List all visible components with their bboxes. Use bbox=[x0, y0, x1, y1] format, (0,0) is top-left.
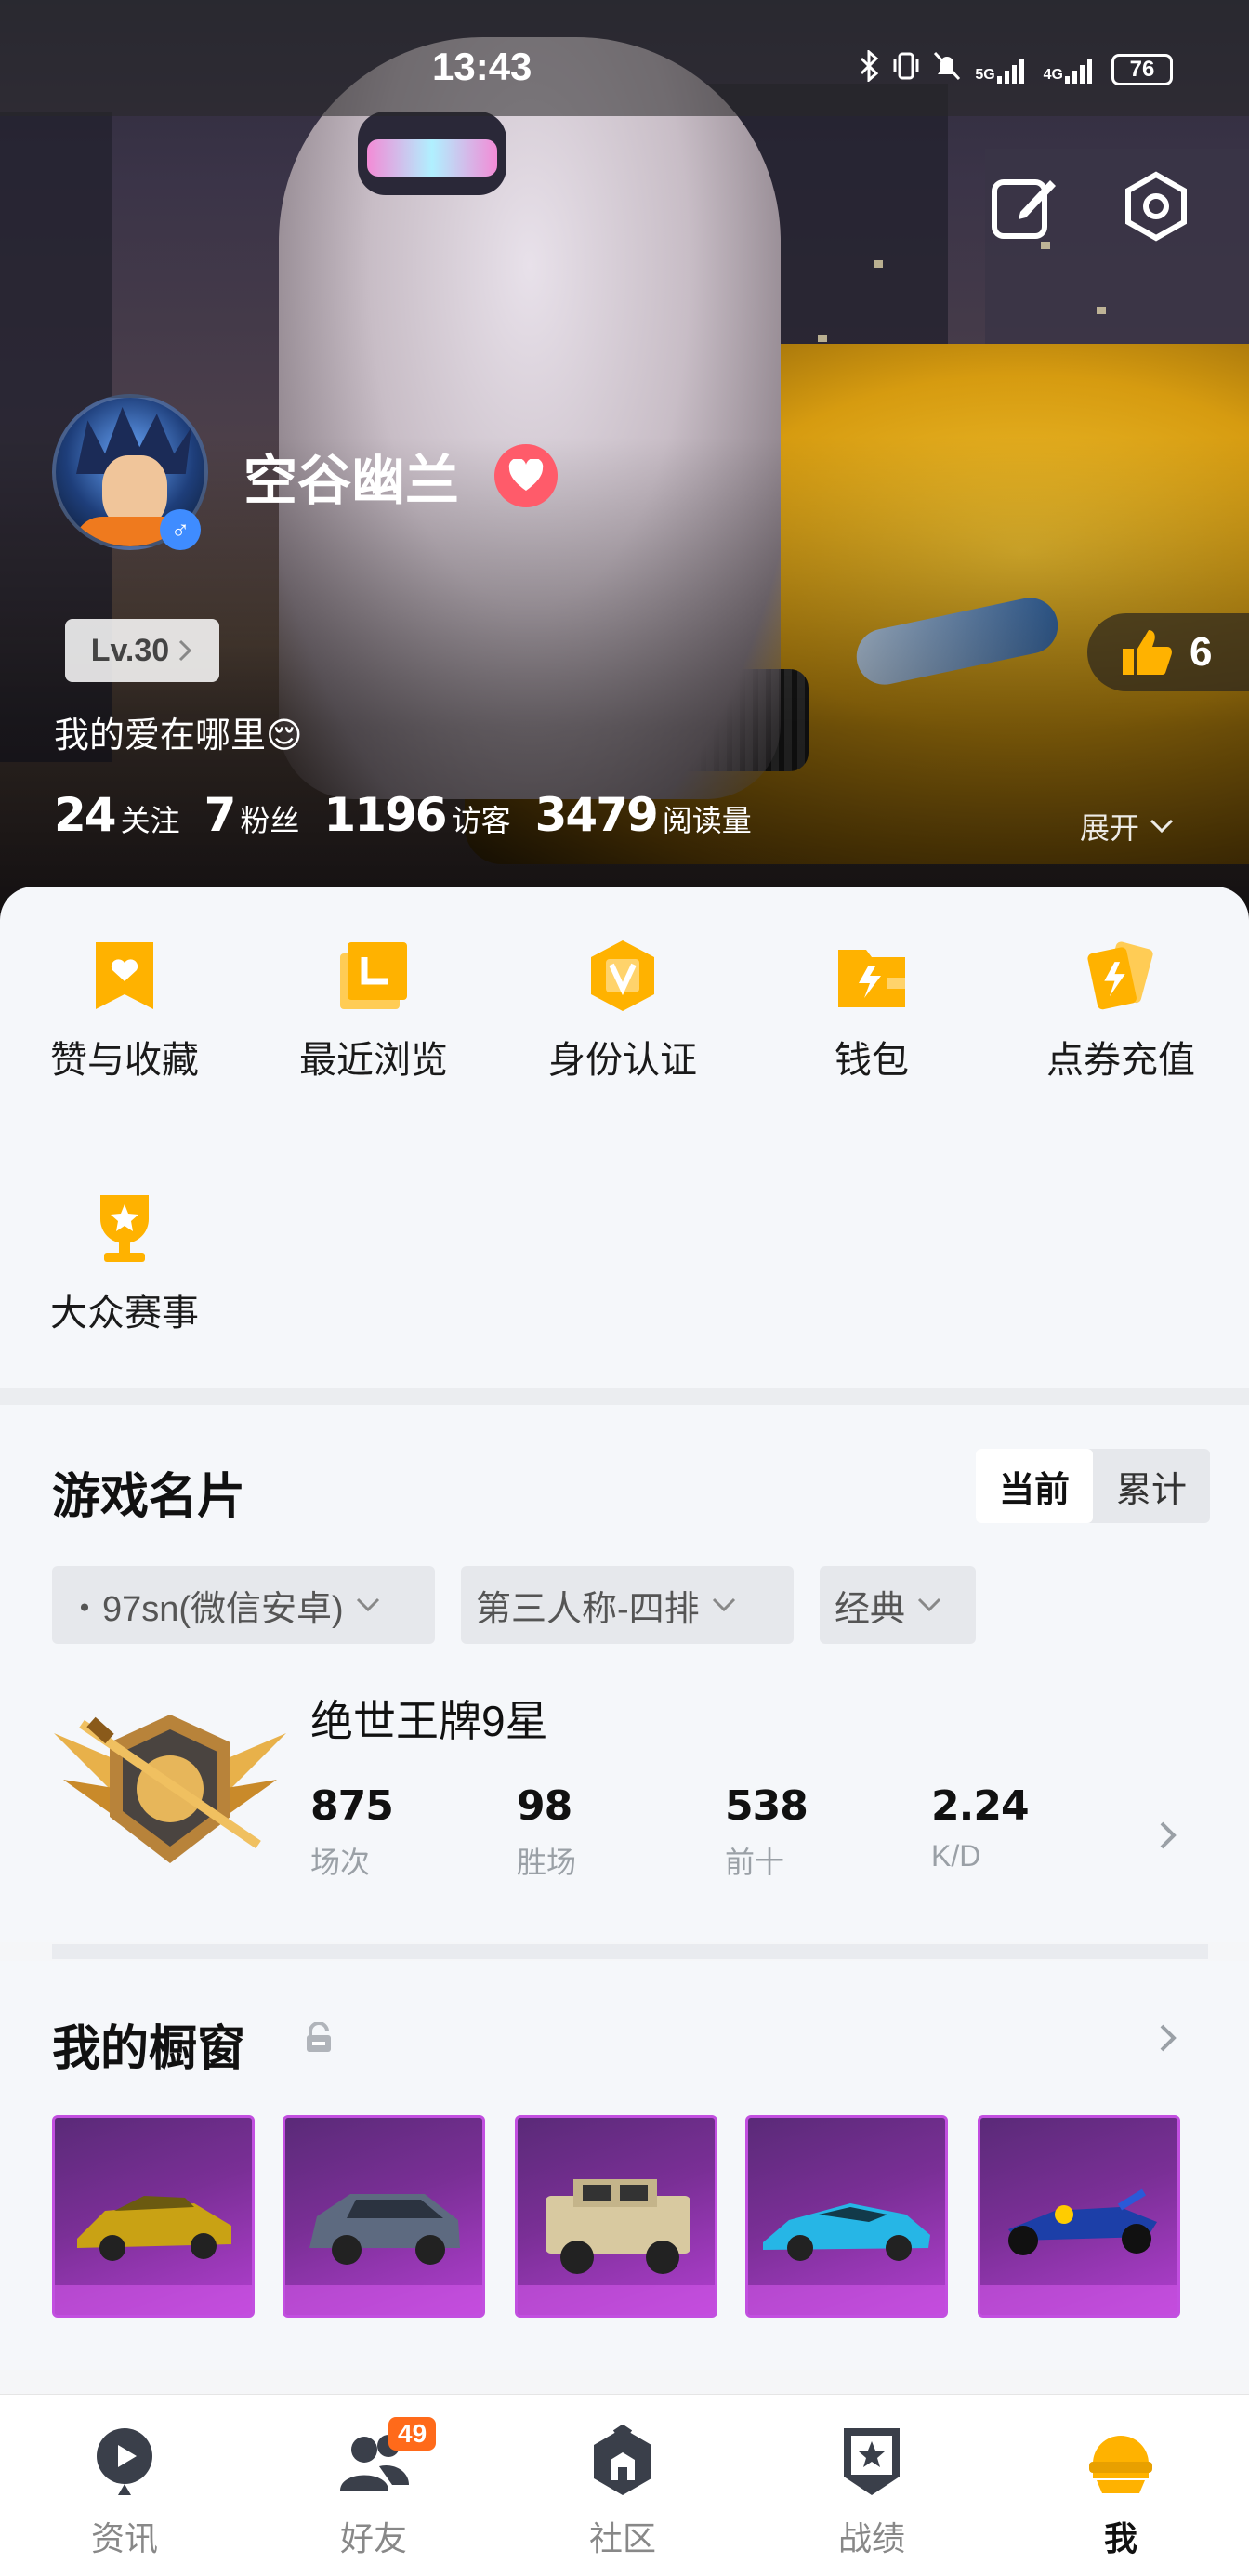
toggle-current[interactable]: 当前 bbox=[976, 1449, 1093, 1523]
community-icon bbox=[585, 2425, 660, 2499]
chevron-down-icon bbox=[917, 1597, 941, 1612]
signal-5g-icon: 5G bbox=[975, 56, 1030, 84]
game-card-detail-button[interactable] bbox=[1158, 1820, 1178, 1856]
shortcut-wallet[interactable]: 钱包 bbox=[747, 939, 996, 1084]
toggle-total[interactable]: 累计 bbox=[1093, 1449, 1210, 1523]
stat-kd: 2.24 K/D bbox=[931, 1782, 1030, 1873]
stat-matches: 875 场次 bbox=[310, 1782, 394, 1879]
expand-button[interactable]: 展开 bbox=[1080, 805, 1175, 848]
status-time: 13:43 bbox=[432, 45, 532, 88]
nickname: 空谷幽兰 bbox=[243, 451, 460, 511]
bottom-tab-bar: 资讯 好友 49 社区 战绩 我 bbox=[0, 2394, 1249, 2576]
heart-badge-icon[interactable] bbox=[494, 444, 558, 507]
showcase-item-gold-sports-car[interactable] bbox=[52, 2115, 255, 2318]
showcase-more-button[interactable] bbox=[1158, 2022, 1178, 2058]
tab-community[interactable]: 社区 bbox=[498, 2425, 747, 2560]
shortcut-identity-verify[interactable]: 身份认证 bbox=[498, 939, 747, 1084]
showcase-item-kart-racer[interactable] bbox=[978, 2115, 1180, 2318]
profile-stats: 24 关注 7 粉丝 1196 访客 3479 阅读量 bbox=[54, 788, 752, 842]
recent-icon bbox=[336, 939, 411, 1013]
filter-mode[interactable]: 第三人称-四排 bbox=[461, 1566, 794, 1644]
tab-news[interactable]: 资讯 bbox=[0, 2425, 249, 2560]
settings-button[interactable] bbox=[1119, 169, 1193, 243]
stat-followers[interactable]: 7 粉丝 bbox=[204, 788, 300, 842]
voucher-icon bbox=[1084, 939, 1158, 1013]
mute-bell-icon bbox=[932, 50, 962, 88]
tab-friends[interactable]: 好友 49 bbox=[249, 2417, 498, 2560]
record-icon bbox=[835, 2425, 909, 2499]
battery-indicator: 76 bbox=[1111, 53, 1173, 85]
stat-following[interactable]: 24 关注 bbox=[54, 788, 180, 842]
stats-period-toggle: 当前 累计 bbox=[976, 1449, 1210, 1523]
signature: 我的爱在哪里😌 bbox=[54, 716, 303, 756]
settings-hexagon-icon bbox=[1125, 171, 1187, 242]
vibrate-icon bbox=[893, 50, 919, 88]
stat-top10: 538 前十 bbox=[725, 1782, 809, 1879]
chevron-down-icon bbox=[1150, 819, 1174, 834]
chevron-right-icon bbox=[179, 639, 192, 662]
filter-server[interactable]: ・97sn(微信安卓) bbox=[52, 1566, 435, 1644]
level-badge[interactable]: Lv.30 bbox=[65, 619, 219, 682]
rank-name: 绝世王牌9星 bbox=[310, 1697, 548, 1745]
news-icon bbox=[87, 2425, 162, 2499]
chevron-down-icon bbox=[356, 1597, 379, 1612]
signal-4g-icon: 4G bbox=[1044, 56, 1098, 84]
thumbs-up-icon bbox=[1123, 630, 1172, 675]
showcase-item-blue-supercar[interactable] bbox=[745, 2115, 948, 2318]
shortcut-voucher-topup[interactable]: 点券充值 bbox=[996, 939, 1245, 1084]
rank-emblem-icon bbox=[54, 1696, 286, 1882]
chevron-right-icon bbox=[1160, 1821, 1177, 1849]
showcase-item-gray-suv[interactable] bbox=[283, 2115, 485, 2318]
shortcut-public-events[interactable]: 大众赛事 bbox=[0, 1191, 249, 1336]
tab-me[interactable]: 我 bbox=[996, 2425, 1245, 2560]
stat-wins: 98 胜场 bbox=[517, 1782, 577, 1879]
trophy-icon bbox=[87, 1191, 162, 1266]
tab-records[interactable]: 战绩 bbox=[747, 2425, 996, 2560]
showcase-item-armored-jeep[interactable] bbox=[515, 2115, 717, 2318]
section-divider bbox=[52, 1944, 1208, 1959]
section-divider bbox=[0, 1388, 1249, 1405]
status-bar: 13:43 5G 4G 76 bbox=[0, 0, 1249, 116]
heart-bookmark-icon bbox=[87, 939, 162, 1013]
shortcut-recent-views[interactable]: 最近浏览 bbox=[249, 939, 498, 1084]
game-card-title: 游戏名片 bbox=[52, 1470, 246, 1524]
edit-profile-button[interactable] bbox=[987, 169, 1061, 243]
chevron-down-icon bbox=[712, 1597, 735, 1612]
chevron-right-icon bbox=[1160, 2024, 1177, 2052]
edit-icon bbox=[992, 179, 1056, 239]
me-helmet-icon bbox=[1084, 2425, 1158, 2499]
shortcut-likes-favorites[interactable]: 赞与收藏 bbox=[0, 939, 249, 1084]
filter-map[interactable]: 经典 bbox=[820, 1566, 976, 1644]
friends-badge: 49 bbox=[388, 2417, 437, 2451]
gender-male-icon: ♂ bbox=[160, 509, 201, 550]
showcase-title: 我的橱窗 bbox=[52, 2022, 246, 2076]
likes-button[interactable]: 6 bbox=[1087, 613, 1249, 691]
bluetooth-icon bbox=[858, 48, 880, 88]
stat-visitors[interactable]: 1196 访客 bbox=[323, 788, 510, 842]
stat-reads[interactable]: 3479 阅读量 bbox=[535, 788, 752, 842]
lock-icon bbox=[303, 2021, 335, 2058]
verify-v-icon bbox=[585, 939, 660, 1013]
wallet-icon bbox=[835, 939, 909, 1013]
